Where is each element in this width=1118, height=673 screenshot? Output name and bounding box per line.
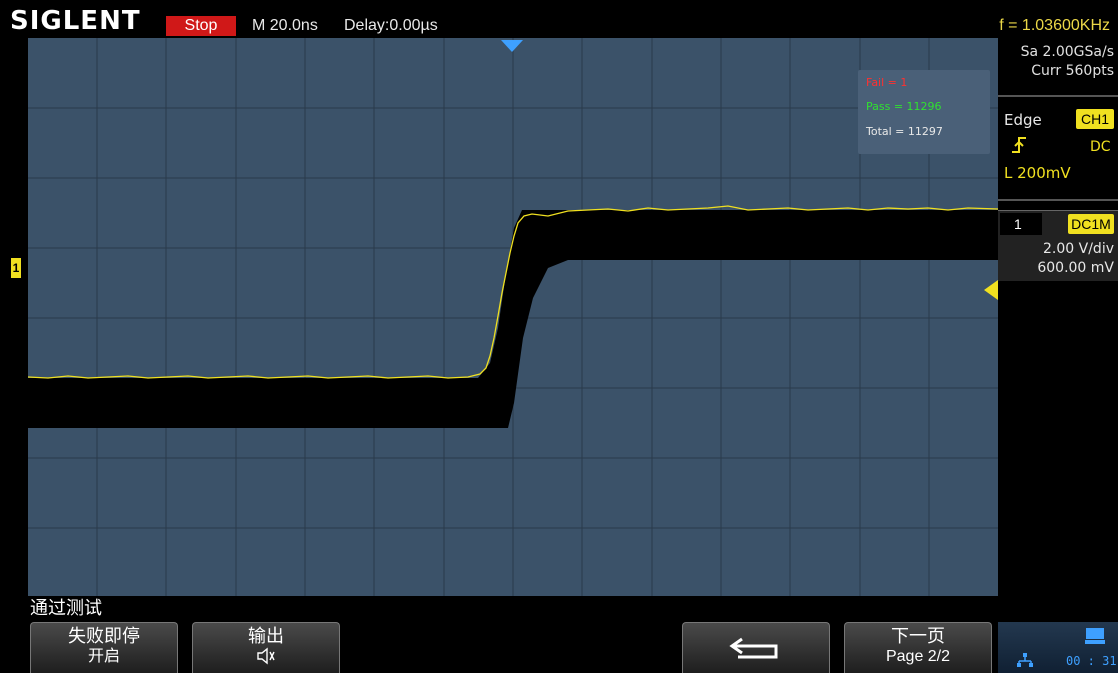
rising-edge-icon <box>1012 136 1026 159</box>
fail-count: Fail = 1 <box>866 76 908 89</box>
channel-number: 1 <box>1000 213 1042 235</box>
usb-device-icon <box>1084 626 1106 651</box>
trigger-position-marker <box>501 40 523 52</box>
waveform-graticule <box>28 38 998 596</box>
memory-depth: Curr 560pts <box>1031 63 1114 79</box>
timebase-readout[interactable]: M 20.0ns <box>252 16 318 36</box>
output-button[interactable]: 输出 <box>192 622 340 673</box>
network-icon <box>1016 652 1034 673</box>
softkey-label: 失败即停 <box>68 626 140 646</box>
trigger-coupling: DC <box>1090 139 1111 155</box>
return-arrow-icon <box>683 635 829 666</box>
trigger-level: L 200mV <box>1004 164 1071 182</box>
waveform-display[interactable] <box>28 38 998 596</box>
speaker-icon <box>193 647 339 671</box>
top-status-bar: SIGLENT Stop M 20.0ns Delay:0.00µs f = 1… <box>0 0 1118 38</box>
total-count: Total = 11297 <box>866 125 943 138</box>
pass-count: Pass = 11296 <box>866 100 942 113</box>
frequency-counter: f = 1.03600KHz <box>999 17 1110 34</box>
next-page-button[interactable]: 下一页 Page 2/2 <box>844 622 992 673</box>
clock-readout: 00 : 31 <box>1066 654 1117 668</box>
channel-coupling-badge: DC1M <box>1068 214 1114 234</box>
softkey-label: 下一页 <box>891 626 945 646</box>
vertical-scale: 2.00 V/div <box>1043 241 1114 257</box>
trigger-source-badge: CH1 <box>1076 109 1114 129</box>
softkey-value: 开启 <box>87 648 120 665</box>
ch1-ground-marker[interactable]: 1 <box>11 258 21 278</box>
vertical-offset: 600.00 mV <box>1037 260 1114 276</box>
pass-fail-statistics: Fail = 1 Pass = 11296 Total = 11297 <box>858 70 990 154</box>
softkey-label: 输出 <box>248 626 284 646</box>
menu-title: 通过测试 <box>30 598 102 618</box>
softkey-value: Page 2/2 <box>885 648 951 665</box>
trigger-type: Edge <box>1004 111 1042 129</box>
delay-readout[interactable]: Delay:0.00µs <box>344 16 438 36</box>
brand-logo: SIGLENT <box>10 6 141 36</box>
run-stop-status[interactable]: Stop <box>166 16 236 36</box>
sample-rate: Sa 2.00GSa/s <box>1020 44 1114 60</box>
acquisition-info: Sa 2.00GSa/s Curr 560pts <box>1004 43 1114 81</box>
trigger-level-marker[interactable] <box>984 280 998 300</box>
back-button[interactable] <box>682 622 830 673</box>
stop-on-fail-button[interactable]: 失败即停 开启 <box>30 622 178 673</box>
